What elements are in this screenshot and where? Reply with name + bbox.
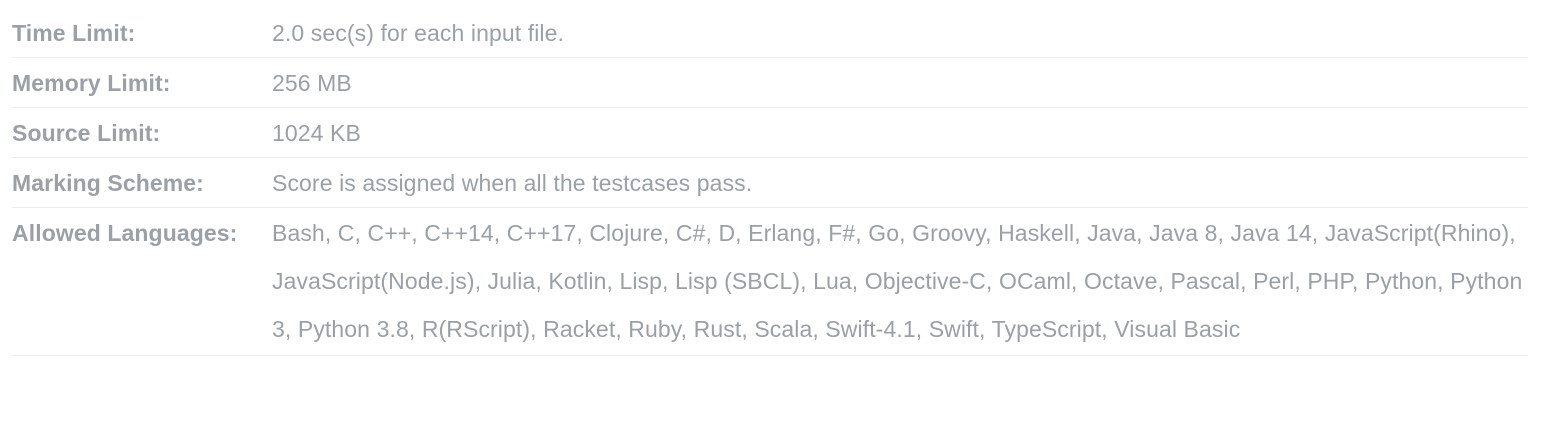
source-limit-label: Source Limit: — [12, 120, 161, 146]
time-limit-value: 2.0 sec(s) for each input file. — [272, 20, 565, 46]
memory-limit-label: Memory Limit: — [12, 70, 171, 96]
marking-scheme-value: Score is assigned when all the testcases… — [272, 170, 753, 196]
time-limit-label: Time Limit: — [12, 20, 136, 46]
allowed-languages-value: Bash, C, C++, C++14, C++17, Clojure, C#,… — [272, 220, 1523, 342]
problem-limits-table: Time Limit: 2.0 sec(s) for each input fi… — [12, 8, 1528, 356]
allowed-languages-label: Allowed Languages: — [12, 220, 238, 246]
memory-limit-value: 256 MB — [272, 70, 352, 96]
allowed-languages-row: Allowed Languages: Bash, C, C++, C++14, … — [12, 208, 1528, 356]
marking-scheme-row: Marking Scheme: Score is assigned when a… — [12, 158, 1528, 208]
source-limit-row: Source Limit: 1024 KB — [12, 108, 1528, 158]
marking-scheme-label: Marking Scheme: — [12, 170, 204, 196]
time-limit-row: Time Limit: 2.0 sec(s) for each input fi… — [12, 8, 1528, 58]
source-limit-value: 1024 KB — [272, 120, 361, 146]
memory-limit-row: Memory Limit: 256 MB — [12, 58, 1528, 108]
